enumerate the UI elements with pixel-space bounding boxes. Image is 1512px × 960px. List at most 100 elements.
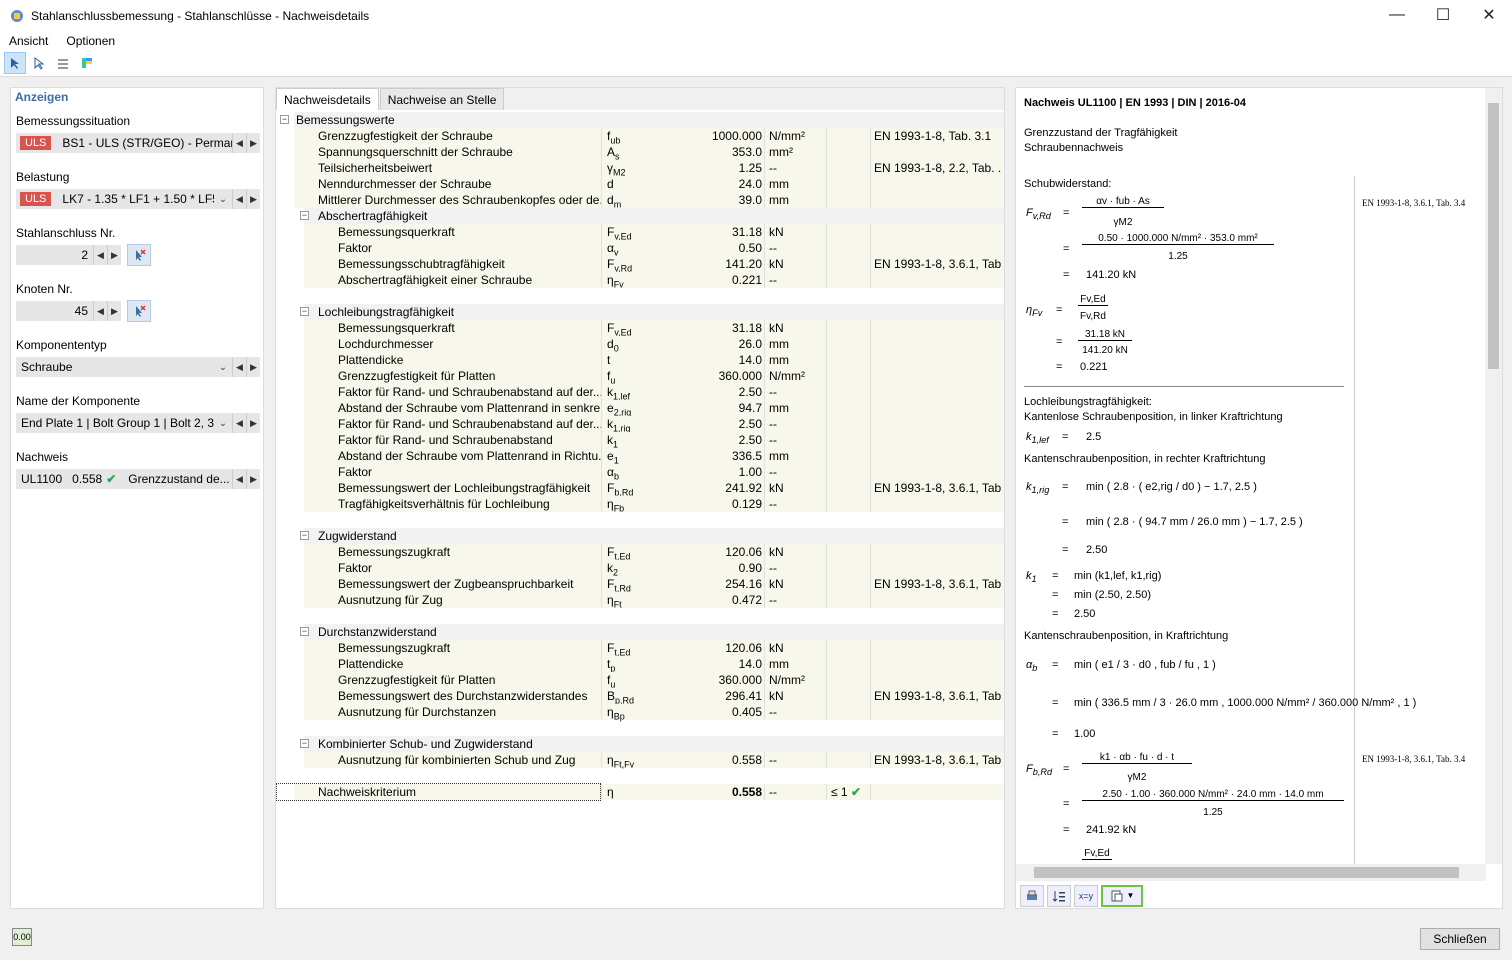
decimal-format-icon[interactable]: 0.00 [12,928,32,946]
export-dropdown-icon[interactable]: ▼ [1101,884,1143,907]
tree-group-row[interactable]: − Durchstanzwiderstand [276,624,1004,640]
next-arrow-icon[interactable]: ▶ [107,301,121,321]
column-divider [764,368,765,384]
scroll-thumb[interactable] [1034,867,1459,878]
knoten-spinner[interactable]: 45 ◀ ▶ [16,301,121,321]
tree-row[interactable]: Bemessungsquerkraft Fv,Ed 31.18 kN [276,224,1004,241]
collapse-toggle-icon[interactable]: − [300,211,309,220]
minimize-button[interactable]: — [1374,0,1420,30]
print-icon[interactable] [1020,884,1044,907]
tree-row[interactable]: Ausnutzung für Durchstanzen ηBp 0.405 -- [276,704,1004,721]
tree-row[interactable]: Bemessungswert der Lochleibungstragfähig… [276,480,1004,497]
tree-row[interactable]: Faktor αv 0.50 -- [276,240,1004,257]
tree-row[interactable]: Faktor k2 0.90 -- [276,560,1004,577]
tree-row[interactable]: Tragfähigkeitsverhältnis für Lochleibung… [276,496,1004,513]
scroll-thumb[interactable] [1488,103,1499,369]
tree-row[interactable]: Nachweiskriterium η 0.558 -- ≤ 1 ✔ [276,783,1004,801]
tree-row[interactable]: Grenzzugfestigkeit für Platten fu 360.000 N… [276,672,1004,689]
tree-row[interactable]: Mittlerer Durchmesser des Schraubenkopfe… [276,192,1004,209]
komponententyp-select[interactable]: Schraube ⌄ ◀ ▶ [16,357,260,377]
collapse-toggle-icon[interactable]: − [300,627,309,636]
prev-arrow-icon[interactable]: ◀ [232,357,246,377]
tree-row[interactable]: Grenzzugfestigkeit für Platten fu 360.000 N… [276,368,1004,385]
sort-icon[interactable] [1047,884,1071,907]
tree-row[interactable]: Faktor αb 1.00 -- [276,464,1004,481]
tree-row[interactable]: Lochdurchmesser d0 26.0 mm [276,336,1004,353]
formula-icon[interactable]: x=y [1074,884,1098,907]
tab-nachweisdetails[interactable]: Nachweisdetails [276,88,379,110]
pick-knoten-icon[interactable] [127,300,151,322]
tree-row[interactable]: Ausnutzung für Zug ηFt 0.472 -- [276,592,1004,609]
tree-row[interactable]: Faktor für Rand- und Schraubenabstand au… [276,384,1004,401]
horizontal-scrollbar[interactable] [1016,864,1486,881]
tree-group-row[interactable]: − Lochleibungstragfähigkeit [276,304,1004,320]
tree-row[interactable]: Bemessungsquerkraft Fv,Ed 31.18 kN [276,320,1004,337]
next-arrow-icon[interactable]: ▶ [246,469,260,489]
tree-row[interactable]: Faktor für Rand- und Schraubenabstand au… [276,416,1004,433]
knoten-value[interactable]: 45 [16,304,93,318]
tree-row[interactable]: Spannungsquerschnitt der Schraube As 353.0… [276,144,1004,161]
belastung-select[interactable]: ULS LK7 - 1.35 * LF1 + 1.50 * LF5 ... ⌄ … [16,189,260,209]
collapse-toggle-icon[interactable]: − [300,307,309,316]
tree-row[interactable]: Bemessungswert des Durchstanzwiderstande… [276,688,1004,705]
prev-arrow-icon[interactable]: ◀ [232,413,246,433]
collapse-toggle-icon[interactable]: − [280,115,289,124]
next-arrow-icon[interactable]: ▶ [246,133,260,153]
tree-row[interactable]: Teilsicherheitsbeiwert γM2 1.25 -- EN 1993-1… [276,160,1004,177]
tree-row[interactable]: Grenzzugfestigkeit der Schraube fub 1000.0… [276,128,1004,145]
prev-arrow-icon[interactable]: ◀ [232,189,246,209]
komponente-select[interactable]: End Plate 1 | Bolt Group 1 | Bolt 2, 3 ⌄… [16,413,260,433]
anschluss-value[interactable]: 2 [16,248,93,262]
tree-row[interactable]: Abstand der Schraube vom Plattenrand in … [276,400,1004,417]
pick-anschluss-icon[interactable] [127,244,151,266]
close-button[interactable]: Schließen [1420,928,1500,950]
komponententyp-label: Komponententyp [16,338,107,352]
nachweis-select[interactable]: UL1100 0.558 ✔ Grenzzustand de... ◀ ▶ [16,469,260,489]
tree-row[interactable]: Nenndurchmesser der Schraube d 24.0 mm [276,176,1004,192]
kanten1-heading: Kantenschraubenposition, in rechter Kraf… [1024,453,1266,465]
tree-group-row[interactable]: − Bemessungswerte [276,112,1004,128]
column-divider [826,480,827,496]
collapse-toggle-icon[interactable]: − [300,739,309,748]
close-window-button[interactable]: ✕ [1466,0,1512,30]
next-arrow-icon[interactable]: ▶ [107,245,121,265]
tree-row[interactable]: Plattendicke tp 14.0 mm [276,656,1004,673]
tree-row[interactable]: Abschertragfähigkeit einer Schraube ηFv 0.… [276,272,1004,289]
tree-group-row[interactable]: − Kombinierter Schub- und Zugwiderstand [276,736,1004,752]
select-tool-icon[interactable] [4,52,26,74]
next-arrow-icon[interactable]: ▶ [246,413,260,433]
next-arrow-icon[interactable]: ▶ [246,189,260,209]
tree-row[interactable]: Bemessungsschubtragfähigkeit Fv,Rd 141.20 k… [276,256,1004,273]
chevron-down-icon[interactable]: ⌄ [214,194,232,205]
tree-row[interactable]: Abstand der Schraube vom Plattenrand in … [276,448,1004,465]
chevron-down-icon[interactable]: ⌄ [214,418,232,429]
tab-nachweise-an-stelle[interactable]: Nachweise an Stelle [379,88,505,110]
next-arrow-icon[interactable]: ▶ [246,357,260,377]
list-tool-icon[interactable] [52,52,74,74]
collapse-toggle-icon[interactable]: − [300,531,309,540]
tree-row[interactable]: Bemessungszugkraft Ft,Ed 120.06 kN [276,544,1004,561]
bemessungssituation-select[interactable]: ULS BS1 - ULS (STR/GEO) - Permane... ◀▶ [16,133,260,153]
anschluss-spinner[interactable]: 2 ◀ ▶ [16,245,121,265]
select-multi-tool-icon[interactable] [28,52,50,74]
tree-row[interactable]: Faktor für Rand- und Schraubenabstand k1 2… [276,432,1004,449]
row-reference: EN 1993-1-8, 3.6.1, Tab... [874,753,1002,767]
tree-group-row[interactable]: − Zugwiderstand [276,528,1004,544]
fvrd-num2: 0.50 · 1000.000 N/mm² · 353.0 mm² [1082,233,1274,245]
vertical-scrollbar[interactable] [1485,88,1502,864]
prev-arrow-icon[interactable]: ◀ [93,245,107,265]
column-divider [826,128,827,144]
tree-group-row[interactable]: − Abschertragfähigkeit [276,208,1004,224]
prev-arrow-icon[interactable]: ◀ [232,133,246,153]
color-scale-icon[interactable] [76,52,98,74]
tree-row[interactable]: Plattendicke t 14.0 mm [276,352,1004,368]
tree-row[interactable]: Ausnutzung für kombinierten Schub und Zu… [276,752,1004,769]
chevron-down-icon[interactable]: ⌄ [214,362,232,373]
prev-arrow-icon[interactable]: ◀ [232,469,246,489]
menu-optionen[interactable]: Optionen [57,32,124,50]
menu-ansicht[interactable]: Ansicht [0,32,57,50]
tree-row[interactable]: Bemessungszugkraft Ft,Ed 120.06 kN [276,640,1004,657]
maximize-button[interactable]: ☐ [1420,0,1466,30]
tree-row[interactable]: Bemessungswert der Zugbeanspruchbarkeit F… [276,576,1004,593]
prev-arrow-icon[interactable]: ◀ [93,301,107,321]
